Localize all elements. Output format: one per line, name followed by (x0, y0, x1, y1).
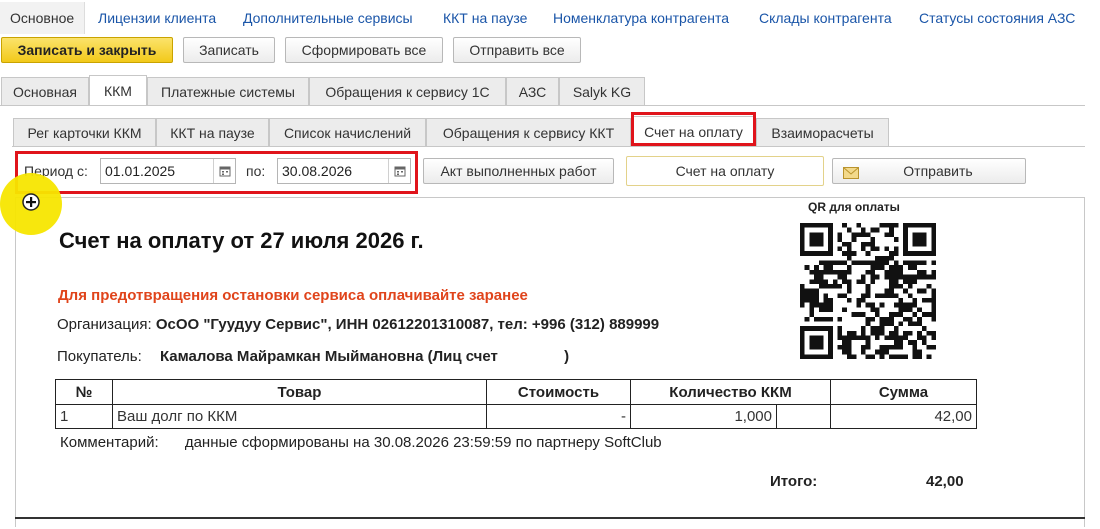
nav-item-main[interactable]: Основное (0, 2, 86, 34)
send-all-button[interactable]: Отправить все (453, 37, 581, 63)
row-quantity-spacer (776, 404, 831, 429)
table-row: 1 Ваш долг по ККМ - 1,000 42,00 (55, 404, 977, 429)
nav-item-counterparty-nomenclature[interactable]: Номенклатура контрагента (553, 10, 729, 26)
tab-kkm[interactable]: ККМ (89, 75, 147, 105)
save-and-close-button[interactable]: Записать и закрыть (1, 37, 173, 63)
invoice-table: № Товар Стоимость Количество ККМ Сумма 1… (55, 379, 977, 429)
main-tabs-baseline (0, 105, 1085, 106)
generate-all-button[interactable]: Сформировать все (285, 37, 443, 63)
buyer-line: Покупатель: Камалова Майрамкан Мыймановн… (57, 348, 569, 365)
total-value: 42,00 (926, 473, 964, 490)
nav-item-gas-station-statuses[interactable]: Статусы состояния АЗС (919, 10, 1075, 26)
buyer-value: Камалова Майрамкан Мыймановна (Лиц счет (159, 348, 498, 365)
tab-mutual-settlements[interactable]: Взаиморасчеты (756, 118, 889, 146)
comment-label: Комментарий: (60, 434, 159, 451)
row-sum: 42,00 (830, 404, 977, 429)
expand-plus-icon[interactable] (22, 193, 40, 214)
comment-line: Комментарий: данные сформированы на 30.0… (60, 434, 662, 451)
top-navigation: Основное Лицензии клиента Дополнительные… (0, 0, 1100, 36)
invoice-button[interactable]: Счет на оплату (626, 156, 824, 186)
tab-gas-stations[interactable]: АЗС (506, 77, 559, 105)
send-button[interactable]: Отправить (832, 158, 1026, 184)
act-of-works-button[interactable]: Акт выполненных работ (423, 158, 614, 184)
tab-payment-systems[interactable]: Платежные системы (147, 77, 309, 105)
tab-main[interactable]: Основная (1, 77, 89, 105)
nav-item-additional-services[interactable]: Дополнительные сервисы (243, 10, 413, 26)
invoice-tab-highlight (631, 112, 756, 146)
comment-value: данные сформированы на 30.08.2026 23:59:… (184, 434, 662, 451)
tab-salyk-kg[interactable]: Salyk KG (559, 77, 645, 105)
qr-label: QR для оплаты (808, 200, 900, 214)
save-button[interactable]: Записать (183, 37, 275, 63)
col-item-header: Товар (112, 379, 487, 405)
organization-label: Организация: (57, 316, 152, 333)
envelope-icon (843, 166, 859, 182)
payment-warning: Для предотвращения остановки сервиса опл… (58, 287, 528, 304)
col-cost-header: Стоимость (486, 379, 631, 405)
tab-kkt-service-requests[interactable]: Обращения к сервису ККТ (426, 118, 631, 146)
col-sum-header: Сумма (830, 379, 977, 405)
organization-value: ОсОО "Гуудуу Сервис", ИНН 02612201310087… (155, 316, 660, 333)
row-number: 1 (55, 404, 113, 429)
invoice-title: Счет на оплату от 27 июля 2026 г. (59, 228, 424, 253)
col-number-header: № (55, 379, 113, 405)
total-label: Итого: (770, 473, 818, 490)
period-highlight (15, 151, 418, 194)
nav-item-counterparty-warehouses[interactable]: Склады контрагента (759, 10, 892, 26)
row-cost: - (486, 404, 631, 429)
table-header-row: № Товар Стоимость Количество ККМ Сумма (55, 379, 977, 405)
nav-item-client-licenses[interactable]: Лицензии клиента (98, 10, 216, 26)
tab-kkm-reg-cards[interactable]: Рег карточки ККМ (13, 118, 156, 146)
organization-line: Организация: ОсОО "Гуудуу Сервис", ИНН 0… (57, 316, 659, 333)
sub-tabs-baseline (12, 146, 1085, 147)
buyer-value-end: ) (564, 348, 570, 365)
tab-1c-service-requests[interactable]: Обращения к сервису 1С (309, 77, 506, 105)
qr-code (800, 222, 936, 360)
document-bottom-rule (15, 517, 1085, 519)
row-quantity: 1,000 (630, 404, 777, 429)
send-button-label: Отправить (903, 163, 973, 179)
row-item: Ваш долг по ККМ (112, 404, 487, 429)
nav-item-kkt-paused[interactable]: ККТ на паузе (443, 10, 527, 26)
tab-kkt-paused[interactable]: ККТ на паузе (156, 118, 269, 146)
buyer-label: Покупатель: (57, 348, 142, 365)
col-quantity-header: Количество ККМ (630, 379, 831, 405)
tab-accruals-list[interactable]: Список начислений (269, 118, 426, 146)
